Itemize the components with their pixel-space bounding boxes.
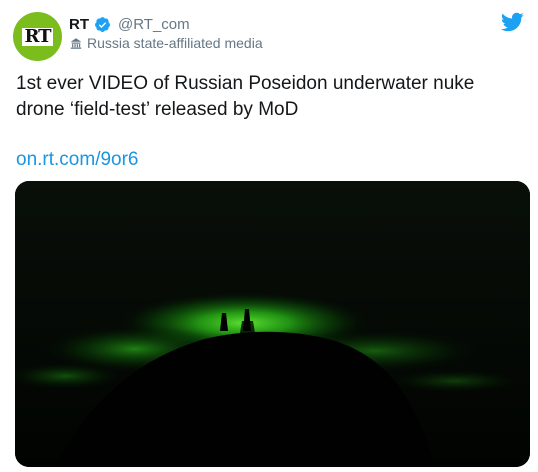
state-media-label-text: Russia state-affiliated media [87, 35, 263, 51]
twitter-bird-icon[interactable] [500, 10, 524, 34]
tweet-header: RT @RT_com [69, 13, 190, 35]
state-media-label[interactable]: Russia state-affiliated media [69, 35, 263, 51]
verified-badge-icon [95, 16, 110, 32]
avatar[interactable]: RT [13, 12, 62, 61]
author-name[interactable]: RT [69, 16, 89, 33]
video-frame [15, 181, 530, 467]
tweet-card: RT RT @RT_com Russia state-affiliated me… [0, 0, 538, 472]
author-handle[interactable]: @RT_com [118, 16, 190, 33]
avatar-logo-text: RT [22, 25, 53, 47]
government-building-icon [70, 38, 82, 49]
tweet-text: 1st ever VIDEO of Russian Poseidon under… [16, 73, 475, 120]
tweet-link[interactable]: on.rt.com/9or6 [16, 148, 139, 172]
video-thumbnail[interactable] [15, 181, 530, 467]
